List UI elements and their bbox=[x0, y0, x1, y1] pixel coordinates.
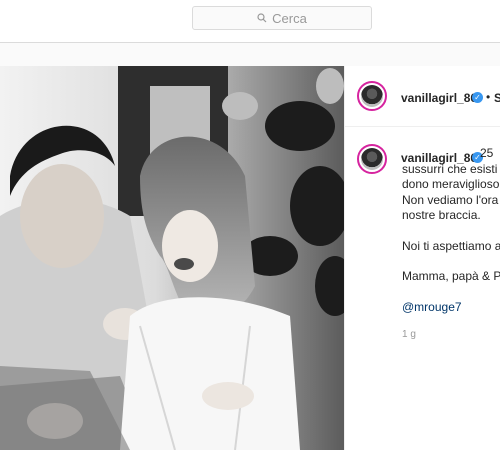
post-image[interactable] bbox=[0, 66, 344, 450]
header-username[interactable]: vanillagirl_86 bbox=[401, 91, 477, 105]
verified-badge-icon: ✓ bbox=[472, 92, 483, 103]
caption-line: 25 bbox=[480, 146, 494, 160]
caption-line: dono meraviglioso. bbox=[402, 177, 500, 191]
follow-button[interactable]: S bbox=[494, 91, 500, 105]
header-separator: • bbox=[486, 90, 491, 104]
post-sidebar: vanillagirl_86 ✓ • S vanillagirl_86 ✓ 25… bbox=[344, 66, 500, 450]
caption-line: nostre braccia. bbox=[402, 208, 481, 222]
top-bar: Cerca bbox=[0, 0, 500, 43]
avatar[interactable] bbox=[357, 81, 387, 111]
caption-line: sussurri che esisti e bbox=[402, 161, 500, 176]
mention-link[interactable]: @mrouge7 bbox=[402, 300, 500, 316]
caption-text: 25 sussurri che esisti e dono meraviglio… bbox=[402, 146, 500, 315]
search-icon bbox=[257, 13, 267, 23]
search-input[interactable]: Cerca bbox=[192, 6, 372, 30]
search-placeholder: Cerca bbox=[272, 10, 307, 26]
caption-line: Mamma, papà & Pa bbox=[402, 269, 500, 283]
caption-line: Non vediamo l'ora d bbox=[402, 192, 500, 207]
post-photo-illustration bbox=[0, 66, 344, 450]
caption-avatar[interactable] bbox=[357, 144, 387, 174]
caption-line: Noi ti aspettiamo a bbox=[402, 238, 500, 253]
post-timestamp[interactable]: 1 g bbox=[402, 329, 416, 340]
post-header: vanillagirl_86 ✓ • S bbox=[345, 66, 500, 127]
